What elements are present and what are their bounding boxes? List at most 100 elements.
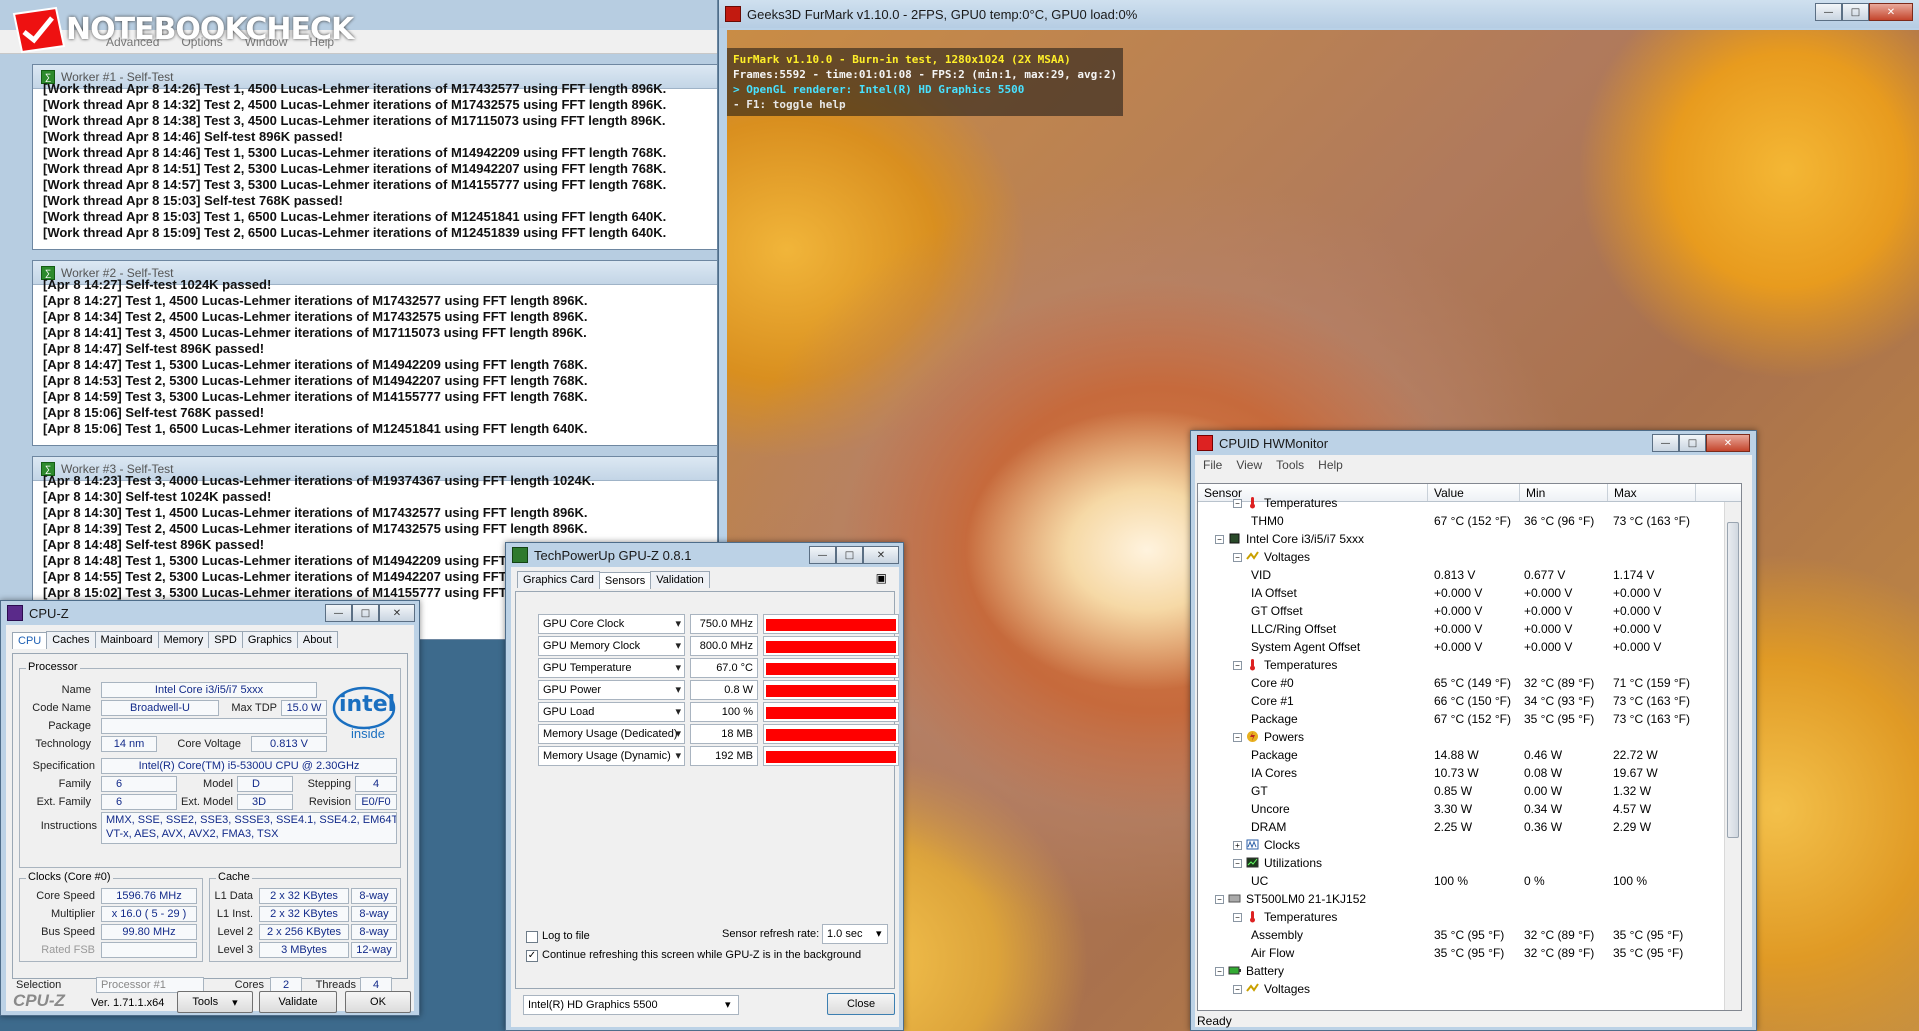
tab-cpu[interactable]: CPU — [12, 632, 48, 649]
vertical-scrollbar[interactable] — [1724, 502, 1741, 1010]
cpuz-titlebar[interactable]: CPU-Z — □ ✕ — [1, 601, 419, 625]
collapse-icon[interactable]: − — [1233, 661, 1242, 670]
gpuz-close-button[interactable]: Close — [827, 993, 895, 1015]
collapse-icon[interactable]: − — [1233, 553, 1242, 562]
sensor-max: 19.67 W — [1613, 766, 1658, 780]
tree-node[interactable]: + Clocks — [1198, 836, 1741, 854]
sensor-value: 192 MB — [690, 746, 758, 766]
sensor-row[interactable]: LLC/Ring Offset +0.000 V +0.000 V +0.000 V — [1198, 620, 1741, 638]
tab-graphics[interactable]: Graphics — [241, 631, 298, 648]
collapse-icon[interactable]: − — [1233, 499, 1242, 508]
collapse-icon[interactable]: − — [1233, 985, 1242, 994]
tab-caches[interactable]: Caches — [46, 631, 96, 648]
sensor-name-dropdown[interactable]: GPU Memory Clock — [538, 636, 685, 656]
validate-button[interactable]: Validate — [259, 991, 337, 1013]
sensor-name-dropdown[interactable]: Memory Usage (Dedicated) — [538, 724, 685, 744]
sensor-name-dropdown[interactable]: GPU Load — [538, 702, 685, 722]
clock-icon — [1246, 838, 1264, 852]
menu-view[interactable]: View — [1236, 458, 1262, 472]
tab-spd[interactable]: SPD — [208, 631, 243, 648]
sensor-row[interactable]: DRAM 2.25 W 0.36 W 2.29 W — [1198, 818, 1741, 836]
minimize-button[interactable]: — — [809, 546, 836, 564]
log-line: [Work thread Apr 8 14:38] Test 3, 4500 L… — [43, 113, 666, 128]
collapse-icon[interactable]: − — [1233, 859, 1242, 868]
sensor-row[interactable]: Core #1 66 °C (150 °F) 34 °C (93 °F) 73 °C … — [1198, 692, 1741, 710]
sensor-row[interactable]: VID 0.813 V 0.677 V 1.174 V — [1198, 566, 1741, 584]
sensor-max: 1.174 V — [1613, 568, 1655, 582]
close-button[interactable]: ✕ — [379, 604, 415, 622]
gpuz-titlebar[interactable]: TechPowerUp GPU-Z 0.8.1 — □ ✕ — [506, 543, 903, 567]
corespeed-label: Core Speed — [36, 890, 95, 902]
tree-node[interactable]: − Voltages — [1198, 980, 1741, 998]
status-bar: Ready — [1197, 1014, 1232, 1028]
minimize-button[interactable]: — — [1815, 3, 1842, 21]
minimize-button[interactable]: — — [1652, 434, 1679, 452]
sensor-row[interactable]: Uncore 3.30 W 0.34 W 4.57 W — [1198, 800, 1741, 818]
tree-node[interactable]: − Temperatures — [1198, 494, 1741, 512]
maximize-button[interactable]: □ — [1679, 434, 1706, 452]
sensor-row[interactable]: Package 14.88 W 0.46 W 22.72 W — [1198, 746, 1741, 764]
tab-memory[interactable]: Memory — [157, 631, 210, 648]
scrollbar-thumb[interactable] — [1727, 522, 1739, 838]
sensor-row[interactable]: Package 67 °C (152 °F) 35 °C (95 °F) 73 °C … — [1198, 710, 1741, 728]
tree-node[interactable]: − Temperatures — [1198, 908, 1741, 926]
tree-node[interactable]: − Powers — [1198, 728, 1741, 746]
menu-tools[interactable]: Tools — [1276, 458, 1304, 472]
sensor-row[interactable]: GT Offset +0.000 V +0.000 V +0.000 V — [1198, 602, 1741, 620]
tab-graphics-card[interactable]: Graphics Card — [517, 571, 600, 588]
continue-refresh-checkbox[interactable]: ✓ — [526, 950, 538, 962]
collapse-icon[interactable]: − — [1215, 535, 1224, 544]
sensor-name-dropdown[interactable]: Memory Usage (Dynamic) — [538, 746, 685, 766]
sensor-max: 73 °C (163 °F) — [1613, 694, 1690, 708]
collapse-icon[interactable]: − — [1215, 895, 1224, 904]
collapse-icon[interactable]: − — [1233, 913, 1242, 922]
maximize-button[interactable]: □ — [836, 546, 863, 564]
close-button[interactable]: ✕ — [1869, 3, 1913, 21]
sensor-row[interactable]: Air Flow 35 °C (95 °F) 32 °C (89 °F) 35 °C … — [1198, 944, 1741, 962]
sensor-min: +0.000 V — [1524, 640, 1573, 654]
sensor-min: 32 °C (89 °F) — [1524, 928, 1595, 942]
hwmonitor-titlebar[interactable]: CPUID HWMonitor — □ ✕ — [1191, 431, 1756, 455]
menu-help[interactable]: Help — [1318, 458, 1343, 472]
sensor-label: Powers — [1264, 730, 1305, 744]
sensor-row[interactable]: IA Cores 10.73 W 0.08 W 19.67 W — [1198, 764, 1741, 782]
sensor-name-dropdown[interactable]: GPU Power — [538, 680, 685, 700]
sensor-row[interactable]: Core #0 65 °C (149 °F) 32 °C (89 °F) 71 °C … — [1198, 674, 1741, 692]
ok-button[interactable]: OK — [345, 991, 411, 1013]
tools-button[interactable]: Tools ▾ — [177, 991, 253, 1013]
tree-node[interactable]: − Voltages — [1198, 548, 1741, 566]
tree-node[interactable]: − ST500LM0 21-1KJ152 — [1198, 890, 1741, 908]
sensor-label: Air Flow — [1251, 946, 1295, 960]
tree-node[interactable]: − Utilizations — [1198, 854, 1741, 872]
sensor-row[interactable]: UC 100 % 0 % 100 % — [1198, 872, 1741, 890]
maximize-button[interactable]: □ — [1842, 3, 1869, 21]
camera-icon[interactable]: ▣ — [876, 571, 887, 588]
collapse-icon[interactable]: − — [1233, 733, 1242, 742]
sensor-name-dropdown[interactable]: GPU Temperature — [538, 658, 685, 678]
tree-node[interactable]: − Intel Core i3/i5/i7 5xxx — [1198, 530, 1741, 548]
maximize-button[interactable]: □ — [352, 604, 379, 622]
sensor-name-dropdown[interactable]: GPU Core Clock — [538, 614, 685, 634]
tab-sensors[interactable]: Sensors — [598, 572, 652, 589]
tab-mainboard[interactable]: Mainboard — [94, 631, 159, 648]
sensor-row[interactable]: Assembly 35 °C (95 °F) 32 °C (89 °F) 35 °C … — [1198, 926, 1741, 944]
tab-validation[interactable]: Validation — [650, 571, 710, 588]
gpu-device-dropdown[interactable]: Intel(R) HD Graphics 5500 — [523, 995, 739, 1015]
sensor-min: 0.46 W — [1524, 748, 1563, 762]
collapse-icon[interactable]: − — [1215, 967, 1224, 976]
tree-node[interactable]: − Battery — [1198, 962, 1741, 980]
sensor-row[interactable]: THM0 67 °C (152 °F) 36 °C (96 °F) 73 °C (16… — [1198, 512, 1741, 530]
tab-about[interactable]: About — [296, 631, 338, 648]
sensor-row[interactable]: IA Offset +0.000 V +0.000 V +0.000 V — [1198, 584, 1741, 602]
close-button[interactable]: ✕ — [863, 546, 899, 564]
tree-node[interactable]: − Temperatures — [1198, 656, 1741, 674]
minimize-button[interactable]: — — [325, 604, 352, 622]
expand-icon[interactable]: + — [1233, 841, 1242, 850]
sensor-row[interactable]: GT 0.85 W 0.00 W 1.32 W — [1198, 782, 1741, 800]
sensor-row[interactable]: System Agent Offset +0.000 V +0.000 V +0.00… — [1198, 638, 1741, 656]
menu-file[interactable]: File — [1203, 458, 1222, 472]
furmark-titlebar[interactable]: Geeks3D FurMark v1.10.0 - 2FPS, GPU0 tem… — [719, 0, 1919, 28]
log-to-file-checkbox[interactable] — [526, 931, 538, 943]
sensor-graph-fill — [766, 707, 896, 719]
close-button[interactable]: ✕ — [1706, 434, 1750, 452]
